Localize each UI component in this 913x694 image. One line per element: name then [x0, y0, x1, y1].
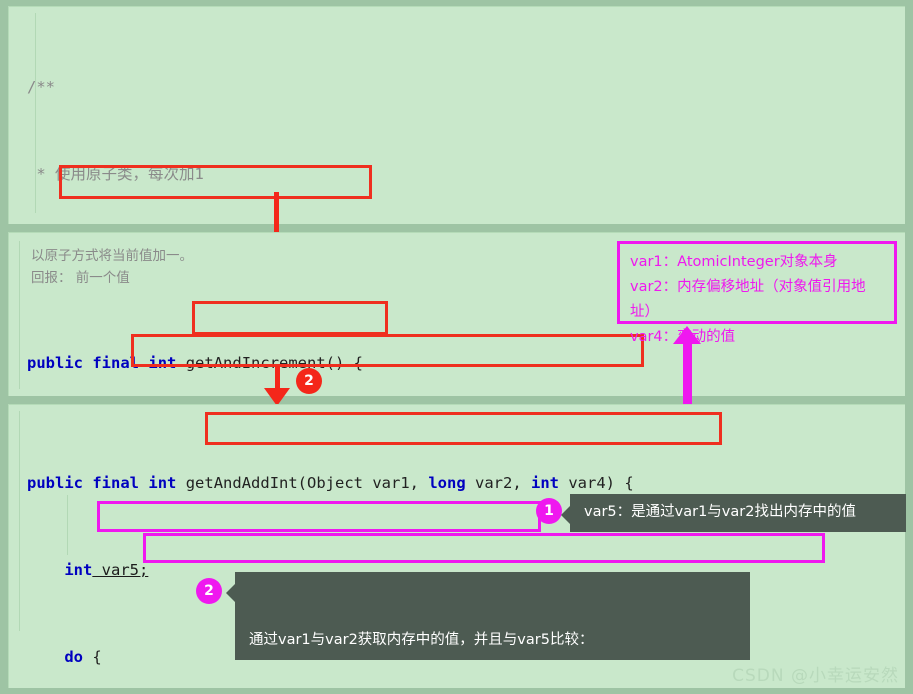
keyword-int-param: int — [531, 474, 559, 492]
code-line: /** — [27, 73, 905, 102]
keyword-int: int — [148, 474, 177, 492]
keyword-public: public — [27, 474, 83, 492]
keyword-public: public — [27, 354, 83, 372]
keyword-final: final — [92, 474, 140, 492]
comment-body: * 使用原子类，每次加1 — [27, 165, 204, 183]
tooltip-cas-line-1: 通过var1与var2获取内存中的值，并且与var5比较： — [249, 632, 594, 648]
signature-part-var2: var2, — [465, 474, 531, 492]
code-panel-add-atomic-integer: /** * 使用原子类，每次加1 */ public void addAtomi… — [8, 6, 905, 224]
local-var5-declaration: var5; — [92, 561, 149, 579]
note-box-var-descriptions: var1：AtomicInteger对象本身 var2：内存偏移地址（对象值引用… — [617, 241, 897, 345]
code-line: * 使用原子类，每次加1 — [27, 160, 905, 189]
code-line: public final int getAndIncrement() { — [27, 349, 905, 378]
step-badge-2-top: 2 — [296, 368, 322, 394]
note-line-var1: var1：AtomicInteger对象本身 — [630, 254, 838, 270]
note-line-var2: var2：内存偏移地址（对象值引用地址） — [630, 279, 866, 320]
open-brace: { — [615, 474, 634, 492]
open-brace: { — [344, 354, 364, 372]
tooltip-var5-explanation: var5：是通过var1与var2找出内存中的值 — [561, 494, 906, 532]
signature-part-var4: var4) — [559, 474, 615, 492]
method-name-get-and-increment: getAndIncrement() — [185, 354, 345, 372]
keyword-final: final — [92, 354, 140, 372]
keyword-do: do — [64, 648, 83, 666]
signature-part-object: getAndAddInt(Object var1, — [185, 474, 429, 492]
screenshot-root: /** * 使用原子类，每次加1 */ public void addAtomi… — [0, 0, 913, 694]
comment-open: /** — [27, 78, 55, 96]
note-line-var4: var4：变动的值 — [630, 329, 736, 345]
do-open-brace: { — [83, 648, 102, 666]
note-arrow-shaft — [683, 340, 692, 408]
note-arrow-head — [673, 326, 701, 344]
csdn-watermark: CSDN @小幸运安然 — [732, 666, 899, 686]
keyword-long: long — [428, 474, 466, 492]
tooltip-cas-explanation: 通过var1与var2获取内存中的值，并且与var5比较： 1、如果相同，更新内… — [226, 572, 750, 660]
keyword-int: int — [148, 354, 177, 372]
step-badge-2-bottom: 2 — [196, 578, 222, 604]
step-badge-1-bottom: 1 — [536, 498, 562, 524]
keyword-int-decl: int — [64, 561, 93, 579]
code-block-top[interactable]: /** * 使用原子类，每次加1 */ public void addAtomi… — [9, 7, 905, 224]
